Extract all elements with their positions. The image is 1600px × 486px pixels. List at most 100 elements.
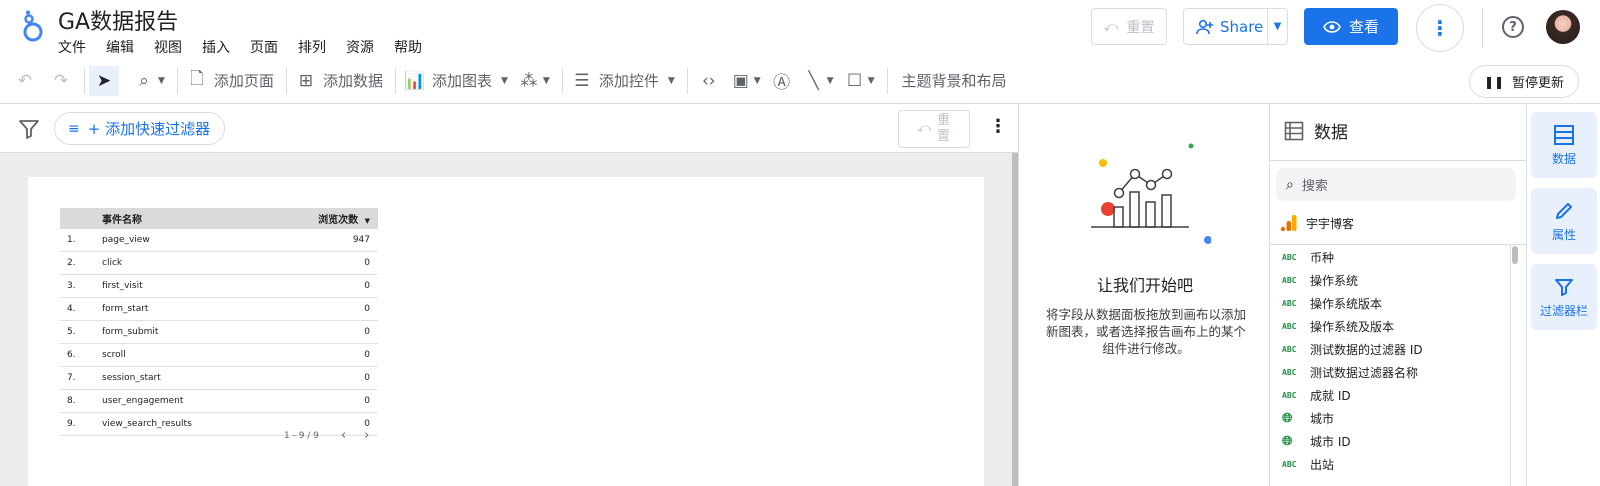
share-button[interactable]: Share ▼ (1183, 8, 1288, 45)
filter-reset-button[interactable]: ⤺ 重置 (898, 110, 970, 148)
toolbar: ↶ ↷ ➤ ⌕ ▼ 🗋 添加页面 ⊞ 添加数据 📊 添加图表 ▼ ⁂ ▼ ☰ 添加控… (0, 58, 1600, 104)
field-item[interactable]: ABC 测试数据过滤器名称 (1270, 361, 1526, 384)
add-page-button[interactable]: 🗋 添加页面 (186, 58, 274, 104)
undo-icon: ⤺ (917, 121, 931, 136)
filter-icon (1555, 278, 1573, 296)
field-item[interactable]: ABC 成就 ID (1270, 384, 1526, 407)
menu-help[interactable]: 帮助 (394, 37, 422, 57)
help-icon[interactable]: ? (1502, 16, 1524, 38)
zoom-icon[interactable]: ⌕ (133, 70, 155, 92)
add-chart-button[interactable]: 📊 添加图表 ▼ (404, 58, 508, 104)
menu-view[interactable]: 视图 (154, 37, 182, 57)
theme-layout-button[interactable]: 主题背景和布局 (902, 58, 1007, 104)
add-page-icon: 🗋 (190, 69, 204, 89)
undo-icon[interactable]: ↶ (14, 70, 36, 92)
redo-icon[interactable]: ↷ (50, 70, 72, 92)
components-dropdown-icon: ▼ (542, 75, 550, 86)
shape-dropdown-icon[interactable]: ▼ (868, 76, 875, 86)
control-icon: ☰ (574, 70, 590, 91)
select-cursor-icon[interactable]: ➤ (89, 65, 119, 96)
rail-tab-properties-label: 属性 (1551, 227, 1576, 242)
add-quick-filter-label: + 添加快速过滤器 (87, 120, 211, 138)
search-placeholder: 搜索 (1301, 179, 1328, 194)
menu-file[interactable]: 文件 (58, 37, 86, 57)
chart-illustration-icon (1091, 143, 1211, 244)
avatar[interactable] (1546, 10, 1580, 44)
data-table-icon (1284, 121, 1304, 140)
data-panel: 数据 ⌕ 搜索 宇宇博客 ABC 币种 ABC 操作系统 ABC 操作系统版本 ABC… (1270, 104, 1526, 486)
search-icon: ⌕ (1286, 176, 1294, 193)
filter-icon[interactable] (18, 118, 40, 140)
table-header: 事件名称 浏览次数 ▼ (60, 208, 378, 229)
menu-arrange[interactable]: 排列 (298, 37, 326, 57)
table-row[interactable]: 2. click 0 (60, 252, 378, 275)
field-list: ABC 币种 ABC 操作系统 ABC 操作系统版本 ABC 操作系统及版本 ABC 测试… (1270, 244, 1526, 486)
share-dropdown-icon[interactable]: ▼ (1268, 21, 1287, 32)
table-row[interactable]: 6. scroll 0 (60, 344, 378, 367)
data-source-item[interactable]: 宇宇博客 (1280, 214, 1354, 232)
looker-studio-logo-icon[interactable] (20, 10, 46, 44)
empty-state-heading: 让我们开始吧 (1096, 276, 1193, 295)
filter-more-icon[interactable]: ⋮ (989, 116, 1007, 137)
column-header-views: 浏览次数 (318, 215, 359, 226)
text-type-icon: ABC (1282, 460, 1297, 469)
add-data-button[interactable]: ⊞ 添加数据 (295, 58, 383, 104)
rail-tab-data[interactable]: 数据 (1531, 112, 1597, 178)
field-item[interactable]: ABC 出站 (1270, 453, 1526, 476)
line-dropdown-icon[interactable]: ▼ (827, 76, 834, 86)
field-item[interactable]: 🌐︎ 城市 ID (1270, 430, 1526, 453)
field-item[interactable]: ABC 操作系统 (1270, 269, 1526, 292)
globe-icon: 🌐︎ (1282, 434, 1293, 449)
edit-pencil-icon (1556, 202, 1572, 219)
zoom-dropdown-icon[interactable]: ▼ (158, 76, 165, 86)
text-box-icon[interactable]: Ⓐ (771, 70, 793, 93)
events-table[interactable]: 事件名称 浏览次数 ▼ 1. page_view 947 2. click 0 3. fi… (60, 208, 378, 441)
table-pagination: 1 - 9 / 9 ‹ › (284, 428, 369, 443)
rail-tab-properties[interactable]: 属性 (1531, 188, 1597, 254)
image-dropdown-icon[interactable]: ▼ (754, 76, 761, 86)
table-row[interactable]: 5. form_submit 0 (60, 321, 378, 344)
text-type-icon: ABC (1282, 276, 1297, 285)
data-table-icon (1554, 124, 1574, 145)
field-search-input[interactable]: ⌕ 搜索 (1276, 168, 1516, 201)
divider (1482, 8, 1483, 48)
table-row[interactable]: 8. user_engagement 0 (60, 390, 378, 413)
text-type-icon: ABC (1282, 322, 1297, 331)
view-button[interactable]: 查看 (1304, 8, 1398, 45)
more-options-button[interactable]: ⋮ (1416, 4, 1464, 52)
field-list-scrollbar[interactable] (1510, 244, 1518, 486)
prev-page-icon[interactable]: ‹ (341, 428, 346, 443)
text-type-icon: ABC (1282, 391, 1297, 400)
image-icon[interactable]: ▣ (730, 70, 752, 92)
menu-page[interactable]: 页面 (250, 37, 278, 57)
field-item[interactable]: ABC 操作系统及版本 (1270, 315, 1526, 338)
rectangle-icon[interactable]: ☐ (844, 70, 866, 92)
embed-code-icon[interactable]: ‹› (698, 70, 720, 92)
table-row[interactable]: 7. session_start 0 (60, 367, 378, 390)
theme-layout-label: 主题背景和布局 (901, 72, 1007, 90)
menu-resource[interactable]: 资源 (346, 37, 374, 57)
menu-edit[interactable]: 编辑 (106, 37, 134, 57)
table-row[interactable]: 1. page_view 947 (60, 229, 378, 252)
pause-update-button[interactable]: ❚❚ 暂停更新 (1469, 65, 1579, 98)
field-item[interactable]: ABC 操作系统版本 (1270, 292, 1526, 315)
table-row[interactable]: 4. form_start 0 (60, 298, 378, 321)
line-icon[interactable]: ╲ (803, 70, 825, 92)
field-item[interactable]: ABC 测试数据的过滤器 ID (1270, 338, 1526, 361)
field-item[interactable]: 🌐︎ 城市 (1270, 407, 1526, 430)
rail-tab-filter-bar[interactable]: 过滤器栏 (1531, 264, 1597, 330)
filter-reset-label: 重置 (936, 113, 950, 144)
add-page-label: 添加页面 (213, 72, 274, 90)
report-title[interactable]: GA数据报告 (58, 4, 178, 36)
top-bar: GA数据报告 文件 编辑 视图 插入 页面 排列 资源 帮助 ⤺ 重置 Shar… (0, 0, 1600, 58)
add-quick-filter-button[interactable]: ≡ + 添加快速过滤器 (54, 112, 225, 145)
next-page-icon[interactable]: › (364, 428, 369, 443)
column-header-event-name[interactable]: 事件名称 (102, 211, 288, 226)
reset-button[interactable]: ⤺ 重置 (1091, 8, 1167, 45)
pause-icon: ❚❚ (1483, 74, 1505, 89)
add-control-button[interactable]: ☰ 添加控件 ▼ (571, 58, 675, 104)
community-viz-button[interactable]: ⁂ ▼ (518, 58, 550, 104)
menu-insert[interactable]: 插入 (202, 37, 230, 57)
field-item[interactable]: ABC 币种 (1270, 246, 1526, 269)
table-row[interactable]: 3. first_visit 0 (60, 275, 378, 298)
